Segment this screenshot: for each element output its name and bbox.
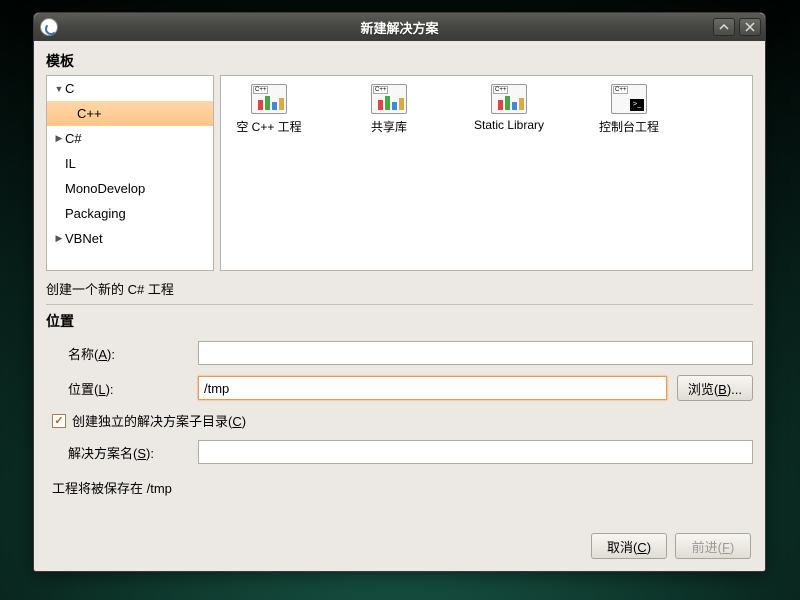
template-console[interactable]: 控制台工程	[589, 84, 669, 135]
template-empty-cpp[interactable]: 空 C++ 工程	[229, 84, 309, 135]
name-input[interactable]	[198, 341, 753, 365]
tree-item-csharp[interactable]: ▶C#	[47, 126, 213, 151]
tree-item-monodevelop[interactable]: MonoDevelop	[47, 176, 213, 201]
tree-item-vbnet[interactable]: ▶VBNet	[47, 226, 213, 251]
tree-item-cpp[interactable]: C++	[47, 101, 213, 126]
tree-item-c[interactable]: ▼C	[47, 76, 213, 101]
location-section-label: 位置	[46, 311, 753, 331]
template-list[interactable]: 空 C++ 工程 共享库 Static Library 控制台工程	[220, 75, 753, 271]
window-title: 新建解决方案	[34, 18, 765, 37]
project-icon	[611, 84, 647, 114]
solution-name-label: 解决方案名(S):	[68, 443, 188, 462]
solution-name-input[interactable]	[198, 440, 753, 464]
dialog-window: 新建解决方案 模板 ▼C C++ ▶C# IL MonoDevelop Pack…	[33, 12, 766, 572]
templates-label: 模板	[46, 51, 753, 71]
template-shared-lib[interactable]: 共享库	[349, 84, 429, 135]
expand-icon[interactable]: ▶	[53, 233, 65, 244]
location-label: 位置(L):	[68, 379, 188, 398]
template-description: 创建一个新的 C# 工程	[46, 277, 753, 305]
forward-button[interactable]: 前进(F)	[675, 533, 751, 559]
category-tree[interactable]: ▼C C++ ▶C# IL MonoDevelop Packaging ▶VBN…	[46, 75, 214, 271]
create-subdir-label: 创建独立的解决方案子目录(C)	[72, 411, 246, 430]
project-icon	[371, 84, 407, 114]
project-icon	[251, 84, 287, 114]
create-subdir-checkbox[interactable]: ✓	[52, 414, 66, 428]
location-input[interactable]	[198, 376, 667, 400]
tree-item-il[interactable]: IL	[47, 151, 213, 176]
tree-item-packaging[interactable]: Packaging	[47, 201, 213, 226]
cancel-button[interactable]: 取消(C)	[591, 533, 667, 559]
save-path-note: 工程将被保存在 /tmp	[52, 478, 753, 497]
name-label: 名称(A):	[68, 344, 188, 363]
expand-icon[interactable]: ▼	[53, 84, 65, 94]
template-static-lib[interactable]: Static Library	[469, 84, 549, 135]
project-icon	[491, 84, 527, 114]
titlebar[interactable]: 新建解决方案	[34, 13, 765, 41]
expand-icon[interactable]: ▶	[53, 133, 65, 144]
browse-button[interactable]: 浏览(B)...	[677, 375, 753, 401]
